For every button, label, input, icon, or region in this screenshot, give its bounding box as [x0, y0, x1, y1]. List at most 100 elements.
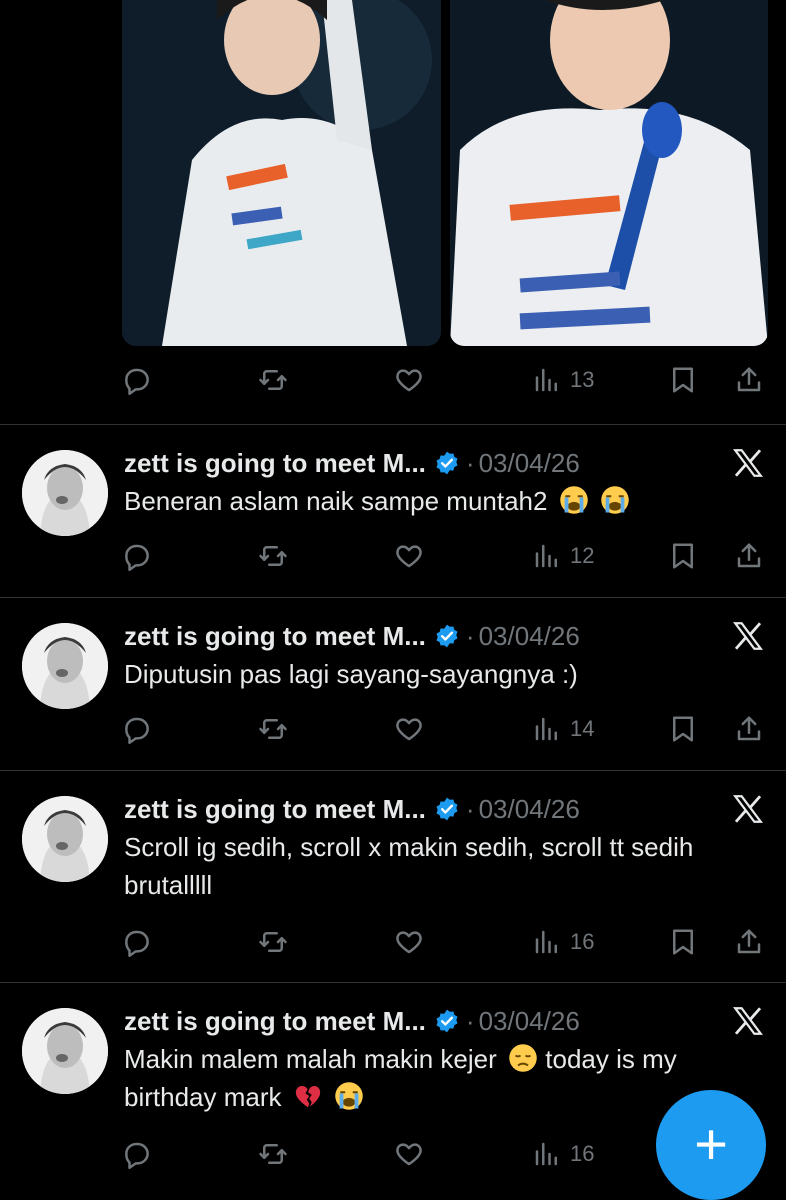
bookmark-icon	[673, 929, 693, 955]
share-icon	[737, 543, 761, 568]
verified-badge-icon	[436, 1009, 458, 1033]
author-name[interactable]: zett is going to meet M...	[124, 448, 426, 479]
views-button[interactable]: 16	[532, 922, 594, 962]
reply-icon	[125, 930, 149, 957]
tweet-actions: 14	[122, 709, 768, 749]
like-button[interactable]	[394, 1134, 424, 1174]
loudly-crying-face-icon	[559, 486, 588, 514]
author-name[interactable]: zett is going to meet M...	[124, 794, 426, 825]
disappointed-face-icon	[509, 1044, 537, 1072]
retweet-icon	[259, 546, 287, 566]
avatar[interactable]	[22, 796, 108, 882]
bookmark-icon	[673, 367, 693, 393]
retweet-icon	[259, 719, 287, 739]
share-icon	[737, 367, 761, 392]
compose-plus-icon: +	[694, 1112, 728, 1177]
bookmark-button[interactable]	[668, 709, 698, 749]
views-icon	[535, 544, 557, 568]
x-logo-icon[interactable]	[730, 1004, 766, 1038]
views-icon	[535, 930, 557, 954]
tweet-header: zett is going to meet M... · 03/04/26	[124, 1002, 580, 1040]
tweet[interactable]: zett is going to meet M... · 03/04/26 Di…	[0, 597, 786, 770]
like-button[interactable]	[394, 709, 424, 749]
views-button[interactable]: 13	[532, 360, 594, 400]
reply-icon	[125, 717, 149, 744]
avatar[interactable]	[22, 450, 108, 536]
views-button[interactable]: 16	[532, 1134, 594, 1174]
retweet-button[interactable]	[258, 360, 288, 400]
loudly-crying-face-icon	[601, 486, 629, 514]
heart-icon	[396, 369, 422, 392]
tweet-date[interactable]: 03/04/26	[479, 621, 580, 652]
retweet-button[interactable]	[258, 536, 288, 576]
tweet-actions: 16	[122, 922, 768, 962]
author-name[interactable]: zett is going to meet M...	[124, 621, 426, 652]
retweet-button[interactable]	[258, 1134, 288, 1174]
views-count: 12	[570, 543, 595, 568]
retweet-icon	[259, 370, 287, 390]
retweet-icon	[259, 1144, 287, 1164]
views-count: 16	[570, 1141, 595, 1166]
tweet[interactable]: zett is going to meet M... · 03/04/26 Sc…	[0, 770, 786, 982]
tweet-header: zett is going to meet M... · 03/04/26	[124, 444, 580, 482]
share-button[interactable]	[734, 709, 764, 749]
tweet-text: Scroll ig sedih, scroll x makin sedih, s…	[124, 828, 714, 904]
heart-icon	[396, 931, 422, 954]
share-button[interactable]	[734, 536, 764, 576]
separator-dot: ·	[465, 447, 475, 478]
reply-button[interactable]	[122, 922, 152, 962]
tweet-text: Diputusin pas lagi sayang-sayangnya :)	[124, 655, 764, 693]
views-icon	[535, 1142, 557, 1166]
tweet-header: zett is going to meet M... · 03/04/26	[124, 617, 580, 655]
bookmark-icon	[673, 716, 693, 742]
tweet-date[interactable]: 03/04/26	[479, 1006, 580, 1037]
avatar[interactable]	[22, 1008, 108, 1094]
bookmark-button[interactable]	[668, 922, 698, 962]
retweet-button[interactable]	[258, 709, 288, 749]
reply-button[interactable]	[122, 536, 152, 576]
views-count: 14	[570, 716, 595, 741]
compose-button[interactable]: +	[656, 1090, 766, 1200]
tweet-date[interactable]: 03/04/26	[479, 448, 580, 479]
share-button[interactable]	[734, 922, 764, 962]
avatar[interactable]	[22, 623, 108, 709]
retweet-button[interactable]	[258, 922, 288, 962]
x-logo-icon[interactable]	[730, 792, 766, 826]
tweet-text-content: Makin malem malah makin kejer	[124, 1044, 497, 1074]
reply-button[interactable]	[122, 360, 152, 400]
author-name[interactable]: zett is going to meet M...	[124, 1006, 426, 1037]
like-button[interactable]	[394, 922, 424, 962]
separator-dot: ·	[465, 620, 475, 651]
share-button[interactable]	[734, 360, 764, 400]
bookmark-icon	[673, 543, 693, 569]
x-logo-icon[interactable]	[730, 446, 766, 480]
tweet-text-content: Beneran aslam naik sampe muntah2	[124, 486, 548, 516]
views-button[interactable]: 14	[532, 709, 594, 749]
media-photo-1[interactable]	[122, 0, 441, 346]
views-button[interactable]: 12	[532, 536, 594, 576]
tweet-date[interactable]: 03/04/26	[479, 794, 580, 825]
views-count: 13	[570, 367, 595, 392]
tweet-text-content: Diputusin pas lagi sayang-sayangnya :)	[124, 659, 578, 689]
bookmark-button[interactable]	[668, 536, 698, 576]
reply-button[interactable]	[122, 709, 152, 749]
reply-button[interactable]	[122, 1134, 152, 1174]
reply-icon	[125, 544, 149, 571]
like-button[interactable]	[394, 536, 424, 576]
share-icon	[737, 929, 761, 954]
reply-icon	[125, 1142, 149, 1169]
verified-badge-icon	[436, 797, 458, 821]
separator-dot: ·	[465, 793, 475, 824]
views-count: 16	[570, 929, 595, 954]
like-button[interactable]	[394, 360, 424, 400]
media-photo-2[interactable]	[450, 0, 768, 346]
verified-badge-icon	[436, 451, 458, 475]
views-icon	[535, 368, 557, 392]
tweet-text-content: Scroll ig sedih, scroll x makin sedih, s…	[124, 832, 694, 900]
loudly-crying-face-icon	[335, 1082, 363, 1110]
x-logo-icon[interactable]	[730, 619, 766, 653]
media-grid	[122, 0, 768, 346]
tweet-text: Makin malem malah makin kejer today is m…	[124, 1040, 764, 1116]
bookmark-button[interactable]	[668, 360, 698, 400]
tweet[interactable]: zett is going to meet M... · 03/04/26 Be…	[0, 424, 786, 597]
